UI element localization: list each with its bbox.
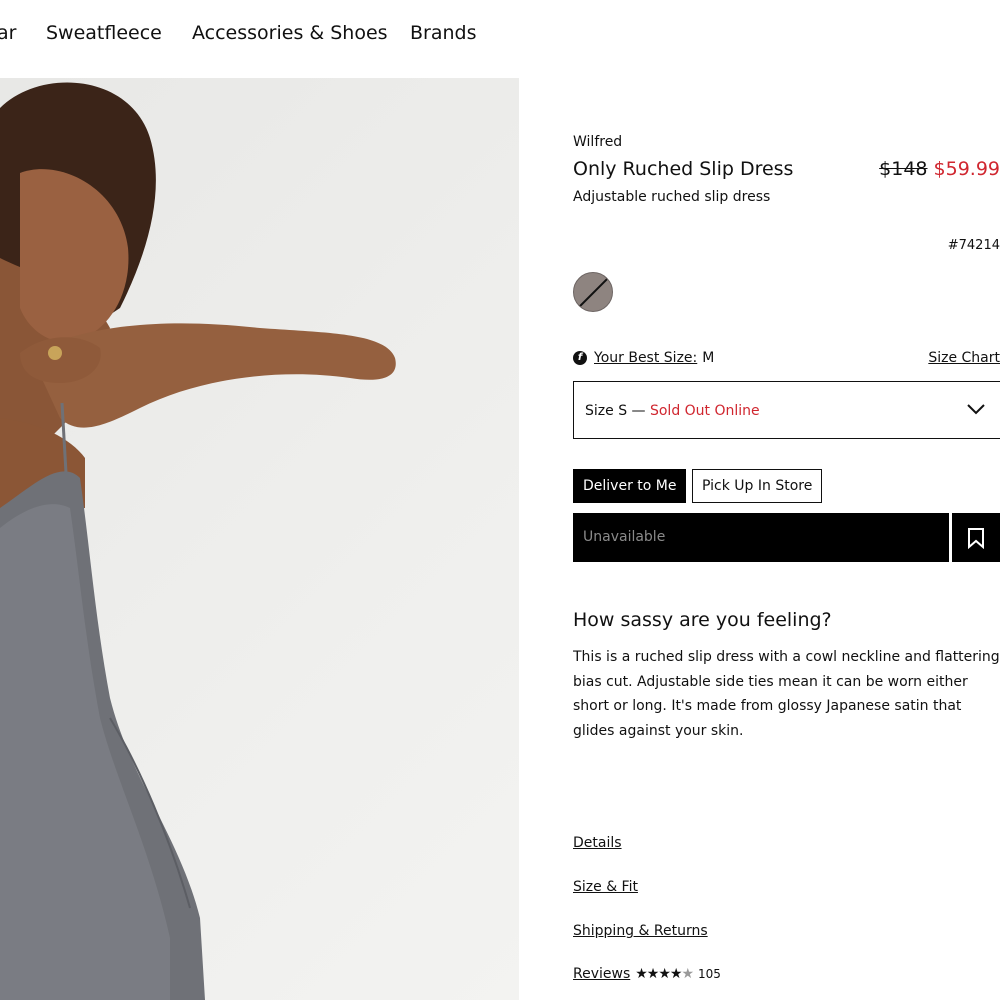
product-title: Only Ruched Slip Dress [573,158,794,180]
size-fit-accordion[interactable]: Size & Fit [573,879,638,895]
description-body: This is a ruched slip dress with a cowl … [573,649,1000,739]
nav-item-outerwear[interactable]: ar [0,22,16,44]
wishlist-button[interactable] [952,513,1000,562]
reviews-accordion[interactable]: Reviews [573,966,630,982]
best-size: f Your Best Size: M [573,350,714,366]
brand-name[interactable]: Wilfred [573,134,622,150]
bookmark-icon [968,528,984,549]
add-to-bag-button[interactable]: Unavailable [573,513,949,562]
size-chart-link[interactable]: Size Chart [928,350,1000,366]
product-price: $148 $59.99 [879,158,1000,180]
product-details-panel: Wilfred Only Ruched Slip Dress $148 $59.9… [573,0,1000,1000]
chevron-down-icon [967,404,985,415]
rating-stars-icon: ★★★★★ [635,966,694,982]
nav-item-sweatfleece[interactable]: Sweatfleece [46,22,162,44]
selected-size: Size S — [585,403,646,419]
product-image[interactable] [0,78,519,1000]
fit-logo-icon: f [573,351,587,365]
review-count: 105 [698,967,721,981]
size-select[interactable]: Size S — Sold Out Online [573,381,1000,439]
stock-status: Sold Out Online [649,403,760,419]
best-size-value: M [702,350,715,366]
size-select-label: Size S — Sold Out Online [585,403,760,419]
shipping-returns-accordion[interactable]: Shipping & Returns [573,923,708,939]
original-price: $148 [879,158,928,180]
reviews-row: Reviews ★★★★★ 105 [573,966,721,982]
color-swatch[interactable] [573,272,613,312]
details-accordion[interactable]: Details [573,835,622,851]
product-sku: #74214 [947,238,1000,253]
product-subtitle: Adjustable ruched slip dress [573,189,771,205]
model-illustration [0,82,396,1000]
description-heading: How sassy are you feeling? [573,609,832,631]
nav-item-brands[interactable]: Brands [410,22,477,44]
sale-price: $59.99 [933,158,1000,180]
pick-up-in-store-button[interactable]: Pick Up In Store [692,469,823,503]
best-size-link[interactable]: Your Best Size: [594,350,697,366]
nav-item-accessories-shoes[interactable]: Accessories & Shoes [192,22,388,44]
deliver-to-me-button[interactable]: Deliver to Me [573,469,687,503]
